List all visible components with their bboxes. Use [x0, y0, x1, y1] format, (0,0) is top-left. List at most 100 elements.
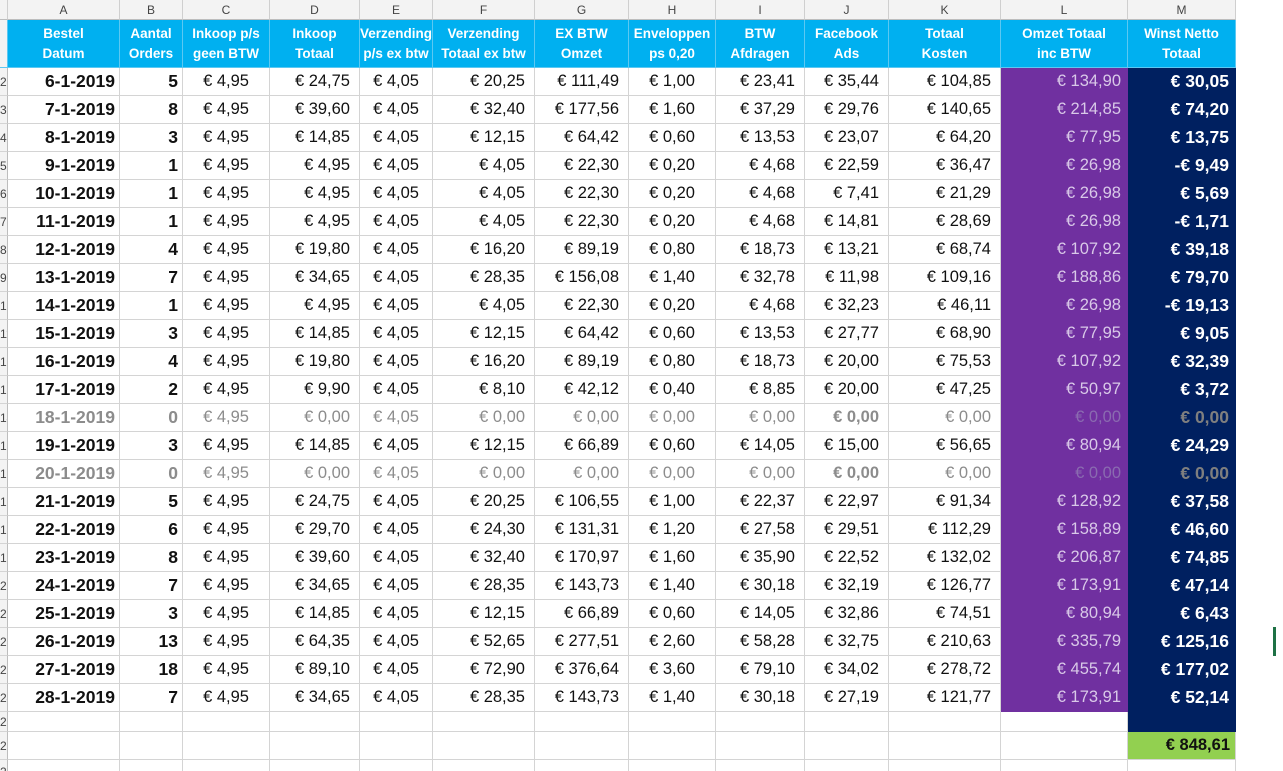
- cell-omzet-totaal[interactable]: € 214,85: [1001, 96, 1128, 124]
- cell-omzet-totaal[interactable]: € 77,95: [1001, 124, 1128, 152]
- header-winst-netto[interactable]: Winst Netto Totaal: [1128, 20, 1236, 68]
- cell-inkoop-ps[interactable]: € 4,95: [183, 488, 270, 516]
- cell-verzending-totaal[interactable]: € 4,05: [433, 152, 535, 180]
- cell-verzending-ps[interactable]: € 4,05: [360, 96, 433, 124]
- cell-enveloppen[interactable]: € 1,40: [629, 264, 716, 292]
- cell-omzet-totaal[interactable]: € 188,86: [1001, 264, 1128, 292]
- cell-totaal-kosten[interactable]: € 68,90: [889, 320, 1001, 348]
- cell-inkoop-totaal[interactable]: € 19,80: [270, 348, 360, 376]
- cell-btw-afdragen[interactable]: € 4,68: [716, 180, 805, 208]
- cell-aantal-orders[interactable]: 13: [120, 628, 183, 656]
- cell-aantal-orders[interactable]: 7: [120, 684, 183, 712]
- cell-facebook-ads[interactable]: € 22,97: [805, 488, 889, 516]
- cell-winst-netto[interactable]: € 13,75: [1128, 124, 1236, 152]
- cell-bestel-datum[interactable]: 27-1-2019: [8, 656, 120, 684]
- row-number-1[interactable]: [0, 20, 8, 68]
- cell-aantal-orders[interactable]: 1: [120, 152, 183, 180]
- cell-aantal-orders[interactable]: 7: [120, 572, 183, 600]
- empty-cell[interactable]: [433, 732, 535, 760]
- cell-bestel-datum[interactable]: 11-1-2019: [8, 208, 120, 236]
- empty-cell[interactable]: [1001, 760, 1128, 771]
- header-inkoop-ps[interactable]: Inkoop p/s geen BTW: [183, 20, 270, 68]
- empty-cell[interactable]: [535, 732, 629, 760]
- cell-enveloppen[interactable]: € 1,00: [629, 68, 716, 96]
- cell-inkoop-ps[interactable]: € 4,95: [183, 152, 270, 180]
- cell-btw-afdragen[interactable]: € 30,18: [716, 684, 805, 712]
- cell-inkoop-ps[interactable]: € 4,95: [183, 320, 270, 348]
- cell-ex-btw-omzet[interactable]: € 0,00: [535, 404, 629, 432]
- cell-verzending-totaal[interactable]: € 12,15: [433, 320, 535, 348]
- header-verzending-ps[interactable]: Verzending p/s ex btw: [360, 20, 433, 68]
- cell-inkoop-totaal[interactable]: € 4,95: [270, 152, 360, 180]
- cell-winst-netto[interactable]: € 46,60: [1128, 516, 1236, 544]
- empty-cell[interactable]: [1128, 760, 1236, 771]
- cell-facebook-ads[interactable]: € 0,00: [805, 460, 889, 488]
- header-btw-afdragen[interactable]: BTW Afdragen: [716, 20, 805, 68]
- cell-omzet-totaal[interactable]: € 80,94: [1001, 432, 1128, 460]
- cell-bestel-datum[interactable]: 16-1-2019: [8, 348, 120, 376]
- column-header-M[interactable]: M: [1128, 0, 1236, 20]
- cell-aantal-orders[interactable]: 1: [120, 292, 183, 320]
- cell-enveloppen[interactable]: € 0,00: [629, 404, 716, 432]
- cell-bestel-datum[interactable]: 12-1-2019: [8, 236, 120, 264]
- row-number[interactable]: 13: [0, 376, 8, 404]
- empty-cell[interactable]: [270, 760, 360, 771]
- cell-enveloppen[interactable]: € 0,60: [629, 124, 716, 152]
- cell-winst-netto[interactable]: € 39,18: [1128, 236, 1236, 264]
- cell-verzending-totaal[interactable]: € 32,40: [433, 96, 535, 124]
- cell-bestel-datum[interactable]: 20-1-2019: [8, 460, 120, 488]
- cell-btw-afdragen[interactable]: € 37,29: [716, 96, 805, 124]
- cell-enveloppen[interactable]: € 0,60: [629, 600, 716, 628]
- cell-inkoop-ps[interactable]: € 4,95: [183, 516, 270, 544]
- cell-verzending-ps[interactable]: € 4,05: [360, 544, 433, 572]
- cell-winst-netto[interactable]: € 0,00: [1128, 404, 1236, 432]
- cell-inkoop-totaal[interactable]: € 0,00: [270, 460, 360, 488]
- column-header-I[interactable]: I: [716, 0, 805, 20]
- cell-inkoop-totaal[interactable]: € 24,75: [270, 68, 360, 96]
- cell-verzending-totaal[interactable]: € 4,05: [433, 180, 535, 208]
- cell-ex-btw-omzet[interactable]: € 170,97: [535, 544, 629, 572]
- cell-ex-btw-omzet[interactable]: € 22,30: [535, 292, 629, 320]
- cell-verzending-totaal[interactable]: € 72,90: [433, 656, 535, 684]
- cell-btw-afdragen[interactable]: € 79,10: [716, 656, 805, 684]
- cell-ex-btw-omzet[interactable]: € 0,00: [535, 460, 629, 488]
- cell-ex-btw-omzet[interactable]: € 22,30: [535, 152, 629, 180]
- cell-ex-btw-omzet[interactable]: € 111,49: [535, 68, 629, 96]
- row-number[interactable]: 19: [0, 544, 8, 572]
- cell-winst-netto[interactable]: € 5,69: [1128, 180, 1236, 208]
- cell-omzet-totaal[interactable]: € 0,00: [1001, 460, 1128, 488]
- cell-totaal-kosten[interactable]: € 64,20: [889, 124, 1001, 152]
- empty-cell[interactable]: [535, 760, 629, 771]
- cell-totaal-kosten[interactable]: € 21,29: [889, 180, 1001, 208]
- select-all-corner[interactable]: [0, 0, 8, 20]
- cell-verzending-ps[interactable]: € 4,05: [360, 516, 433, 544]
- cell-inkoop-totaal[interactable]: € 14,85: [270, 320, 360, 348]
- row-number[interactable]: 10: [0, 292, 8, 320]
- header-verzending-totaal[interactable]: Verzending Totaal ex btw: [433, 20, 535, 68]
- cell-btw-afdragen[interactable]: € 32,78: [716, 264, 805, 292]
- header-bestel-datum[interactable]: Bestel Datum: [8, 20, 120, 68]
- cell-ex-btw-omzet[interactable]: € 22,30: [535, 180, 629, 208]
- row-number[interactable]: 9: [0, 264, 8, 292]
- cell-enveloppen[interactable]: € 0,60: [629, 320, 716, 348]
- empty-cell[interactable]: [716, 760, 805, 771]
- empty-cell[interactable]: [1001, 712, 1128, 732]
- empty-cell[interactable]: [805, 712, 889, 732]
- cell-enveloppen[interactable]: € 0,20: [629, 180, 716, 208]
- cell-facebook-ads[interactable]: € 20,00: [805, 348, 889, 376]
- empty-cell[interactable]: [120, 760, 183, 771]
- cell-bestel-datum[interactable]: 21-1-2019: [8, 488, 120, 516]
- empty-cell[interactable]: [8, 760, 120, 771]
- cell-winst-netto[interactable]: -€ 1,71: [1128, 208, 1236, 236]
- row-number[interactable]: 24: [0, 684, 8, 712]
- cell-aantal-orders[interactable]: 6: [120, 516, 183, 544]
- cell-totaal-kosten[interactable]: € 0,00: [889, 404, 1001, 432]
- cell-ex-btw-omzet[interactable]: € 143,73: [535, 572, 629, 600]
- cell-aantal-orders[interactable]: 3: [120, 432, 183, 460]
- cell-inkoop-ps[interactable]: € 4,95: [183, 376, 270, 404]
- row-number[interactable]: 21: [0, 600, 8, 628]
- total-winst-cell[interactable]: € 848,61: [1128, 732, 1236, 760]
- cell-winst-netto[interactable]: € 37,58: [1128, 488, 1236, 516]
- cell-omzet-totaal[interactable]: € 26,98: [1001, 208, 1128, 236]
- empty-cell[interactable]: [360, 712, 433, 732]
